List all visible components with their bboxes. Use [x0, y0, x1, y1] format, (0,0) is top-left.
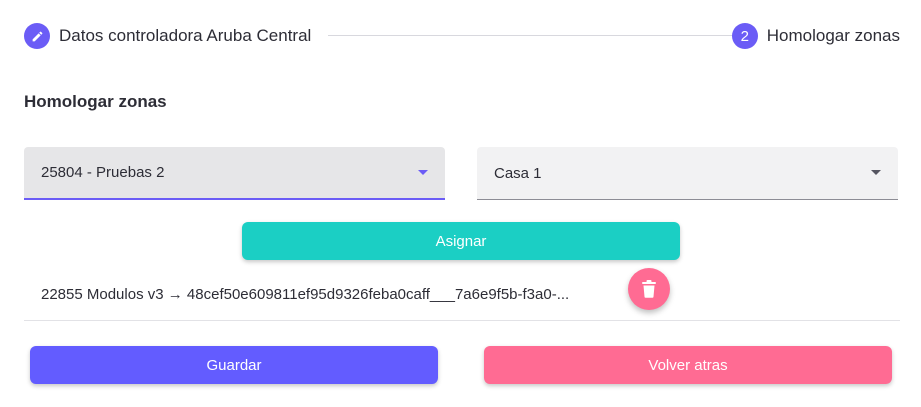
- stepper: Datos controladora Aruba Central 2 Homol…: [24, 22, 900, 50]
- step-2-label: Homologar zonas: [766, 26, 900, 45]
- assign-button[interactable]: Asignar: [242, 222, 680, 260]
- section-title: Homologar zonas: [24, 92, 167, 111]
- step-1-label: Datos controladora Aruba Central: [59, 26, 312, 45]
- mapping-text: 22855 Modulos v3 → 48cef50e609811ef95d93…: [41, 286, 570, 303]
- mapping-row: 22855 Modulos v3 → 48cef50e609811ef95d93…: [24, 276, 900, 321]
- save-button[interactable]: Guardar: [30, 346, 438, 384]
- back-button[interactable]: Volver atras: [484, 346, 892, 384]
- pencil-icon: [24, 23, 50, 49]
- target-zone-value: Casa 1: [494, 164, 542, 182]
- step-2[interactable]: 2 Homologar zonas: [731, 22, 900, 50]
- delete-mapping-button[interactable]: [628, 268, 670, 310]
- target-zone-select[interactable]: Casa 1: [477, 147, 898, 200]
- caret-down-icon: [871, 170, 881, 175]
- trash-icon: [642, 280, 656, 298]
- caret-down-icon: [418, 170, 428, 175]
- stepper-connector: [328, 35, 738, 36]
- step-1[interactable]: Datos controladora Aruba Central: [24, 22, 311, 50]
- step-2-number: 2: [731, 23, 758, 49]
- source-zone-value: 25804 - Pruebas 2: [41, 164, 165, 181]
- source-zone-select[interactable]: 25804 - Pruebas 2: [24, 147, 445, 200]
